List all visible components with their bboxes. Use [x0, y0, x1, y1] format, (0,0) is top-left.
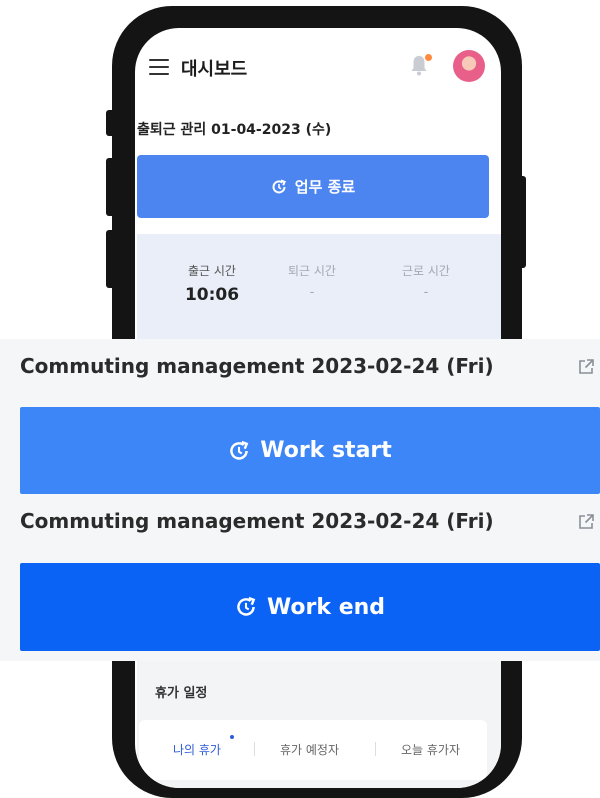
- stat-value: -: [423, 285, 429, 300]
- tab-new-dot: [230, 735, 234, 739]
- refresh-clock-icon: [230, 440, 249, 460]
- avatar[interactable]: [453, 50, 485, 82]
- vacation-schedule-title: 휴가 일정: [155, 686, 208, 701]
- refresh-clock-icon: [237, 596, 256, 616]
- attendance-stats-panel: 출근 시간 10:06 퇴근 시간 - 근로 시간 -: [137, 234, 501, 354]
- tab-my-vacation[interactable]: 나의 휴가: [173, 741, 221, 758]
- external-link-icon[interactable]: [577, 513, 595, 531]
- stat-clock-in: 출근 시간 10:06: [167, 262, 257, 305]
- work-start-button-label: Work start: [260, 438, 392, 463]
- page-title: 대시보드: [181, 59, 248, 80]
- work-end-button-label: 업무 종료: [294, 178, 356, 196]
- work-end-button[interactable]: Work end: [20, 563, 600, 651]
- tab-upcoming-vacation[interactable]: 휴가 예정자: [280, 741, 339, 758]
- external-link-icon[interactable]: [577, 358, 595, 376]
- notification-dot: [425, 54, 432, 61]
- tab-today-vacation[interactable]: 오늘 휴가자: [401, 741, 460, 758]
- start-card-title: Commuting management 2023-02-24 (Fri): [20, 354, 494, 378]
- vacation-schedule-panel: 휴가 일정 나의 휴가 휴가 예정자 오늘 휴가자: [137, 658, 501, 788]
- stat-clock-out: 퇴근 시간 -: [267, 262, 357, 300]
- stat-value: -: [309, 285, 315, 300]
- stat-label: 근로 시간: [402, 264, 450, 278]
- stat-work-hours: 근로 시간 -: [381, 262, 471, 300]
- tab-divider: [375, 742, 376, 756]
- commute-date-heading: 출퇴근 관리 01-04-2023 (수): [137, 122, 332, 138]
- tab-divider: [254, 742, 255, 756]
- top-bar: 대시보드: [135, 28, 501, 106]
- refresh-clock-icon: [272, 179, 286, 193]
- end-card-title: Commuting management 2023-02-24 (Fri): [20, 509, 494, 533]
- work-start-button[interactable]: Work start: [20, 407, 600, 494]
- commute-cards-overlay: Commuting management 2023-02-24 (Fri) Wo…: [0, 339, 600, 661]
- vacation-tabs: 나의 휴가 휴가 예정자 오늘 휴가자: [139, 720, 487, 780]
- work-end-button-mobile[interactable]: 업무 종료: [137, 155, 489, 218]
- menu-icon[interactable]: [149, 59, 169, 75]
- stat-value: 10:06: [184, 285, 240, 305]
- work-end-button-label: Work end: [266, 594, 386, 620]
- stat-label: 퇴근 시간: [288, 264, 336, 278]
- stat-label: 출근 시간: [188, 264, 236, 278]
